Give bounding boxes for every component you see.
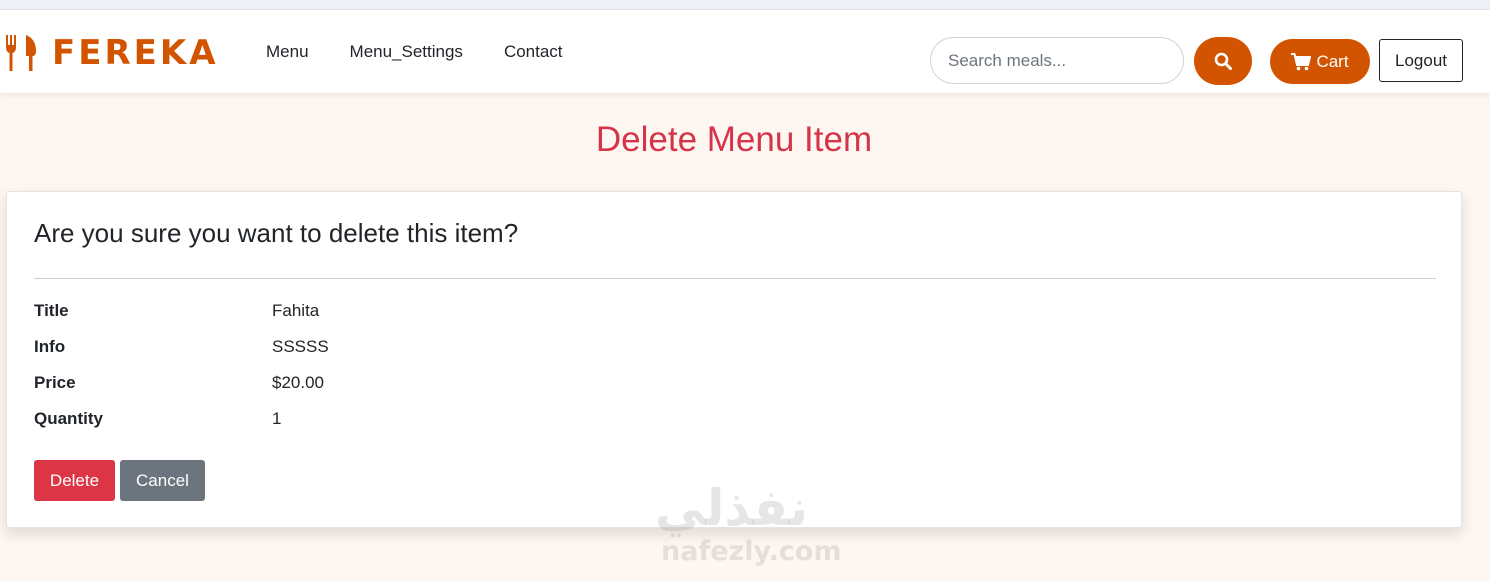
search-button[interactable] (1194, 37, 1252, 85)
search-icon (1214, 52, 1232, 70)
nav-link-menu[interactable]: Menu (266, 42, 309, 62)
detail-label-price: Price (34, 373, 76, 392)
divider (34, 278, 1436, 279)
detail-value-price: $20.00 (272, 373, 324, 392)
nav-link-menu-settings[interactable]: Menu_Settings (350, 42, 463, 62)
fork-knife-icon (6, 35, 36, 71)
nav-link-contact[interactable]: Contact (504, 42, 563, 62)
detail-value-quantity: 1 (272, 409, 282, 428)
brand-name: FEREKA (52, 33, 219, 73)
watermark-latin: nafezly.com (661, 536, 842, 567)
brand-logo[interactable]: FEREKA (4, 35, 219, 71)
detail-label-info: Info (34, 337, 66, 356)
search-input[interactable] (930, 37, 1184, 84)
cancel-button[interactable]: Cancel (120, 460, 205, 501)
detail-value-title: Fahita (272, 301, 320, 320)
browser-top-strip (0, 0, 1490, 10)
cart-button[interactable]: Cart (1270, 39, 1370, 84)
logout-button[interactable]: Logout (1379, 39, 1463, 82)
navbar: FEREKA Menu Menu_Settings Contact Cart L… (0, 10, 1490, 93)
detail-value-info: SSSSS (272, 337, 329, 356)
page-title: Delete Menu Item (595, 120, 873, 159)
confirm-heading: Are you sure you want to delete this ite… (34, 218, 519, 248)
detail-label-quantity: Quantity (34, 409, 103, 428)
delete-confirm-card: Are you sure you want to delete this ite… (6, 191, 1462, 528)
cart-label: Cart (1316, 51, 1349, 71)
delete-button[interactable]: Delete (34, 460, 115, 501)
detail-label-title: Title (34, 301, 69, 320)
cart-icon (1291, 52, 1312, 70)
main-nav: Menu Menu_Settings Contact (266, 42, 604, 62)
